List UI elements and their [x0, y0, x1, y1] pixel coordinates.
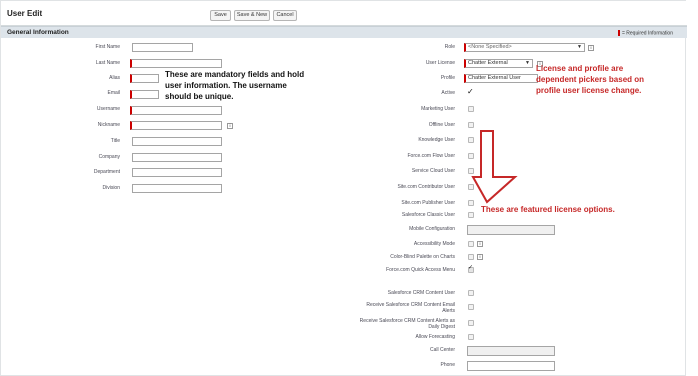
role-select[interactable]: <None Specified> ▼	[464, 43, 585, 52]
user-license-value: Chatter External	[468, 60, 508, 66]
mandatory-annotation: These are mandatory fields and hold user…	[165, 69, 304, 102]
mobile-configuration-label: Mobile Configuration	[409, 226, 455, 232]
page-header: User Edit Save Save & New Cancel	[1, 1, 687, 26]
save-button[interactable]: Save	[210, 10, 231, 21]
division-input[interactable]	[132, 184, 222, 193]
quick-access-checkmark-icon: ✓	[468, 265, 474, 271]
role-label: Role	[444, 44, 455, 50]
crm-email-alerts-label-2: Alerts	[442, 308, 455, 314]
page-title: User Edit	[7, 9, 43, 18]
nickname-input[interactable]	[130, 121, 222, 130]
username-input[interactable]	[130, 106, 222, 115]
allow-forecasting-checkbox[interactable]	[468, 334, 474, 340]
offline-user-checkbox[interactable]	[468, 122, 474, 128]
email-label: Email	[107, 90, 120, 96]
user-license-select[interactable]: Chatter External ▼	[464, 59, 533, 68]
chevron-down-icon: ▼	[525, 60, 530, 66]
title-label: Title	[110, 138, 120, 144]
general-information-section: General Information = Required Informati…	[1, 26, 687, 38]
mandatory-annotation-line-3: should be unique.	[165, 92, 234, 101]
mandatory-annotation-line-1: These are mandatory fields and hold	[165, 70, 305, 79]
flow-user-label: Force.com Flow User	[407, 153, 455, 159]
section-title: General Information	[7, 29, 69, 36]
last-name-input[interactable]	[130, 59, 222, 68]
phone-label: Phone	[440, 362, 455, 368]
role-select-value: <None Specified>	[468, 44, 512, 50]
crm-content-user-checkbox[interactable]	[468, 290, 474, 296]
chevron-down-icon: ▼	[577, 44, 582, 50]
required-legend-text: = Required Information	[621, 30, 673, 37]
nickname-label: Nickname	[97, 122, 120, 128]
accessibility-mode-checkbox[interactable]	[468, 241, 474, 247]
required-legend: = Required Information	[617, 30, 673, 37]
save-new-button[interactable]: Save & New	[234, 10, 270, 21]
alias-label: Alias	[109, 75, 120, 81]
division-label: Division	[102, 185, 120, 191]
company-input[interactable]	[132, 153, 222, 162]
down-arrow-icon	[471, 130, 518, 204]
site-publisher-user-label: Site.com Publisher User	[401, 200, 455, 206]
license-annotation-line-3: profile user license change.	[536, 86, 642, 95]
salesforce-classic-user-label: Salesforce Classic User	[401, 212, 455, 218]
service-cloud-user-label: Service Cloud User	[411, 168, 455, 174]
cancel-button[interactable]: Cancel	[273, 10, 297, 21]
site-contributor-user-label: Site.com Contributor User	[397, 184, 455, 190]
quick-access-menu-label: Force.com Quick Access Menu	[386, 267, 455, 273]
alias-input[interactable]	[130, 74, 159, 83]
role-info-icon[interactable]: i	[588, 45, 594, 51]
email-input[interactable]	[130, 90, 159, 99]
license-annotation-line-2: dependent pickers based on	[536, 75, 645, 84]
mobile-configuration-input[interactable]	[467, 225, 555, 235]
marketing-user-label: Marketing User	[421, 106, 455, 112]
first-name-label: First Name	[95, 44, 120, 50]
required-marker	[617, 30, 620, 36]
knowledge-user-label: Knowledge User	[418, 137, 455, 143]
title-input[interactable]	[132, 137, 222, 146]
featured-annotation: These are featured license options.	[481, 205, 615, 214]
last-name-label: Last Name	[95, 60, 120, 66]
department-label: Department	[93, 169, 120, 175]
profile-value: Chatter External User	[468, 75, 521, 81]
call-center-label: Call Center	[429, 347, 455, 353]
offline-user-label: Offline User	[428, 122, 455, 128]
crm-alerts-digest-label-2: Daily Digest	[428, 324, 455, 330]
nickname-info-icon[interactable]: i	[227, 123, 233, 129]
user-license-label: User License	[425, 60, 455, 66]
user-edit-page: User Edit Save Save & New Cancel General…	[0, 0, 687, 376]
crm-email-alerts-checkbox[interactable]	[468, 304, 474, 310]
profile-select[interactable]: Chatter External User	[464, 74, 538, 83]
color-blind-palette-label: Color-Blind Palette on Charts	[390, 254, 455, 260]
allow-forecasting-label: Allow Forecasting	[415, 334, 455, 340]
call-center-input[interactable]	[467, 346, 555, 356]
license-annotation-line-1: License and profile are	[536, 64, 624, 73]
crm-content-user-label: Salesforce CRM Content User	[387, 290, 455, 296]
crm-alerts-digest-checkbox[interactable]	[468, 320, 474, 326]
accessibility-mode-label: Accessibility Mode	[413, 241, 455, 247]
color-blind-palette-checkbox[interactable]	[468, 254, 474, 260]
active-checkmark-icon[interactable]: ✓	[467, 87, 474, 96]
phone-input[interactable]	[467, 361, 555, 371]
accessibility-mode-info-icon[interactable]: i	[477, 241, 483, 247]
salesforce-classic-user-checkbox[interactable]	[468, 212, 474, 218]
department-input[interactable]	[132, 168, 222, 177]
mandatory-annotation-line-2: user information. The username	[165, 81, 287, 90]
active-label: Active	[441, 90, 455, 96]
first-name-input[interactable]	[132, 43, 193, 52]
license-annotation: License and profile are dependent picker…	[536, 63, 644, 96]
marketing-user-checkbox[interactable]	[468, 106, 474, 112]
color-blind-palette-info-icon[interactable]: i	[477, 254, 483, 260]
down-arrow-shape	[471, 130, 518, 204]
company-label: Company	[98, 154, 120, 160]
profile-label: Profile	[440, 75, 455, 81]
username-label: Username	[96, 106, 120, 112]
